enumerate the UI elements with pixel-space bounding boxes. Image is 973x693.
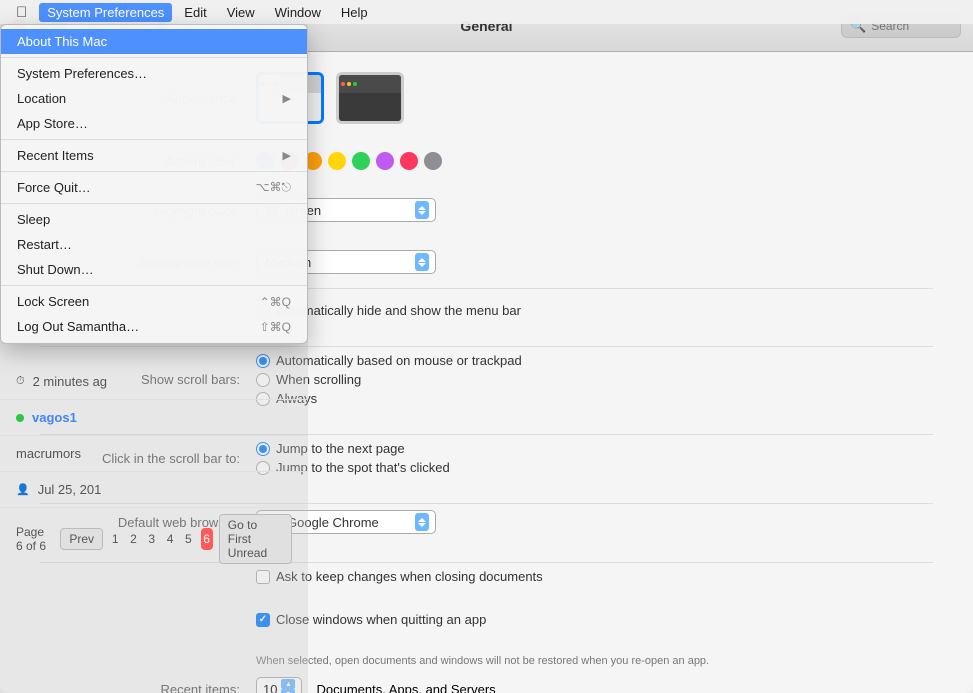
highlight-color-control: Green [256,198,933,222]
prev-btn[interactable]: Prev [60,528,103,550]
page-5[interactable]: 5 [182,528,194,550]
menu-help[interactable]: Help [333,3,376,22]
menu-item-sleep[interactable]: Sleep [1,207,307,232]
site-row: macrumors [0,436,308,472]
time-icon: ⏱ [16,375,25,388]
menu-item-about[interactable]: About This Mac [1,29,307,54]
menu-item-recent-items[interactable]: Recent Items ▶ [1,143,307,168]
browser-control: Google Chrome [256,510,933,534]
appearance-control [256,72,933,124]
recent-items-arrow: ▶ [283,149,291,162]
menu-item-lock-screen[interactable]: Lock Screen ⌃⌘Q [1,289,307,314]
separator-5 [1,285,307,286]
force-quit-shortcut: ⌥⌘⎋ [256,180,291,195]
recent-items-suffix: Documents, Apps, and Servers [316,682,495,693]
time-ago: 2 minutes ag [33,374,107,389]
go-btn[interactable]: Go to First Unread [219,514,292,564]
color-graphite[interactable] [424,152,442,170]
menu-item-location[interactable]: Location ▶ [1,86,307,111]
click-scroll-control: Jump to the next page Jump to the spot t… [256,441,933,475]
sidebar-size-arrow [415,253,429,271]
menu-item-restart[interactable]: Restart… [1,232,307,257]
separator-3 [1,171,307,172]
browser-arrow [415,513,429,531]
location-arrow: ▶ [283,92,291,105]
close-windows-control: Close windows when quitting an app [256,612,933,627]
date-row: 👤 Jul 25, 201 [0,472,308,508]
log-out-shortcut: ⇧⌘Q [260,320,291,334]
user-row: vagos1 [0,400,308,436]
user-icon: 👤 [16,483,30,496]
scroll-bars-control: Automatically based on mouse or trackpad… [256,353,933,406]
keep-changes-control: Ask to keep changes when closing documen… [256,569,933,584]
recent-items-control: 10 ▲ ▼ Documents, Apps, and Servers [256,677,933,693]
separator-4 [1,203,307,204]
separator-1 [1,57,307,58]
username: vagos1 [32,410,77,425]
menu-edit[interactable]: Edit [176,3,214,22]
separator-2 [1,139,307,140]
site: macrumors [16,446,81,461]
online-dot [16,414,24,422]
menu-item-shut-down[interactable]: Shut Down… [1,257,307,282]
menu-view[interactable]: View [219,3,263,22]
page-4[interactable]: 4 [164,528,176,550]
color-pink[interactable] [400,152,418,170]
menu-item-log-out[interactable]: Log Out Samantha… ⇧⌘Q [1,314,307,339]
page-1[interactable]: 1 [109,528,121,550]
menu-bar-global:  System Preferences Edit View Window He… [0,0,973,24]
menu-window[interactable]: Window [267,3,329,22]
page-3[interactable]: 3 [146,528,158,550]
color-green[interactable] [352,152,370,170]
sidebar-icon-size-control: Medium [256,250,933,274]
accent-color-control [256,152,933,170]
page-6[interactable]: 6 [201,528,213,550]
menu-item-system-prefs[interactable]: System Preferences… [1,61,307,86]
menu-item-force-quit[interactable]: Force Quit… ⌥⌘⎋ [1,175,307,200]
apple-dropdown-menu: About This Mac System Preferences… Locat… [0,24,308,344]
color-purple[interactable] [376,152,394,170]
color-yellow[interactable] [328,152,346,170]
page-2[interactable]: 2 [127,528,139,550]
menu-system-preferences[interactable]: System Preferences [39,3,172,22]
page-nav: Page 6 of 6 Prev 1 2 3 4 5 6 Go to First… [0,508,308,570]
appearance-dark[interactable] [336,72,404,124]
highlight-color-arrow [415,201,429,219]
date: Jul 25, 201 [38,482,102,497]
menu-item-app-store[interactable]: App Store… [1,111,307,136]
apple-logo[interactable]:  [8,4,35,21]
lock-screen-shortcut: ⌃⌘Q [260,295,291,309]
page-label: Page 6 of 6 [16,525,50,553]
menu-bar-control: Automatically hide and show the menu bar [256,303,933,318]
